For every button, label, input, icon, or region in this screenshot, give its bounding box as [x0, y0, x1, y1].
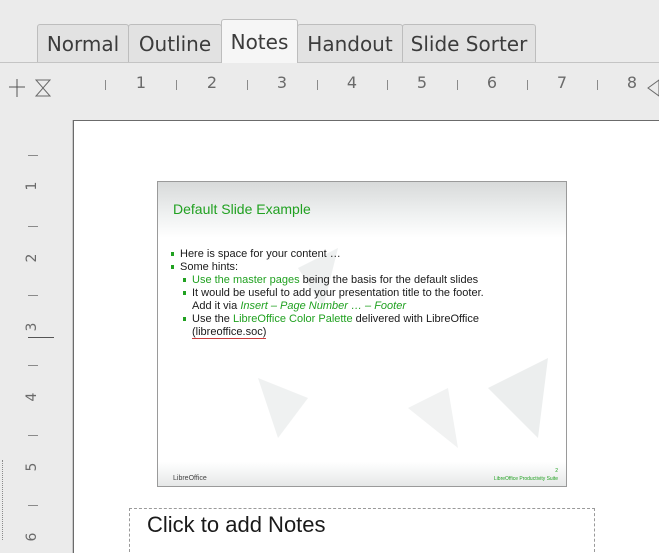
libreoffice-logo: LibreOffice — [173, 475, 207, 482]
hruler-label-4: 4 — [346, 73, 358, 92]
master-pages-link: Use the master pages — [192, 274, 300, 286]
first-line-indent-icon — [34, 79, 52, 89]
hruler-label-3: 3 — [276, 73, 288, 92]
view-tab-bar: Normal Outline Notes Handout Slide Sorte… — [0, 0, 659, 63]
slide-page-number: 2 — [555, 468, 558, 474]
vertical-ruler[interactable]: 1 2 3 4 5 6 — [0, 105, 54, 552]
right-indent-icon — [647, 79, 659, 97]
notes-placeholder-text: Click to add Notes — [147, 512, 326, 537]
vruler-margin-marker — [28, 337, 54, 338]
vruler-label-3: 3 — [24, 322, 40, 332]
slide-bullet-4: It would be useful to add your presentat… — [182, 287, 562, 313]
vruler-label-4: 4 — [24, 392, 40, 402]
color-palette-link: LibreOffice Color Palette — [232, 313, 353, 325]
tab-outline[interactable]: Outline — [128, 24, 222, 62]
vruler-label-1: 1 — [24, 181, 40, 191]
vruler-label-6: 6 — [24, 532, 40, 542]
vruler-label-5: 5 — [24, 462, 40, 472]
hruler-label-1: 1 — [135, 73, 147, 92]
hruler-label-5: 5 — [416, 73, 428, 92]
hruler-label-2: 2 — [206, 73, 218, 92]
insert-footer-link: Insert – Page Number … – Footer — [240, 300, 406, 312]
slide-bullet-3: Use the master pages being the basis for… — [182, 274, 562, 287]
slide-footer-text: LibreOffice Productivity Suite — [493, 476, 558, 482]
slide-bullet-1: Here is space for your content … — [170, 248, 562, 261]
slide-title: Default Slide Example — [173, 201, 311, 217]
vruler-label-2: 2 — [24, 253, 40, 263]
libreoffice-soc-link: (libreoffice.soc) — [192, 326, 267, 339]
slide-bullet-5: Use the LibreOffice Color Palette delive… — [182, 313, 562, 339]
left-indent-icon — [34, 87, 52, 97]
slide-thumbnail[interactable]: Default Slide Example Here is space for … — [157, 181, 567, 487]
slide-bullet-2: Some hints: — [170, 261, 562, 274]
tab-normal[interactable]: Normal — [37, 24, 129, 62]
hruler-label-7: 7 — [556, 73, 568, 92]
notes-placeholder[interactable]: Click to add Notes — [129, 508, 595, 552]
slide-content: Here is space for your content … Some hi… — [170, 248, 562, 339]
tab-slide-sorter[interactable]: Slide Sorter — [402, 24, 536, 62]
vruler-indent-marker — [2, 460, 6, 540]
tab-handout[interactable]: Handout — [297, 24, 403, 62]
horizontal-ruler[interactable]: 1 2 3 4 5 6 7 8 — [0, 63, 659, 105]
slide-footer-bar — [158, 462, 566, 486]
hruler-label-6: 6 — [486, 73, 498, 92]
hruler-label-8: 8 — [626, 73, 638, 92]
tab-notes[interactable]: Notes — [221, 19, 298, 63]
